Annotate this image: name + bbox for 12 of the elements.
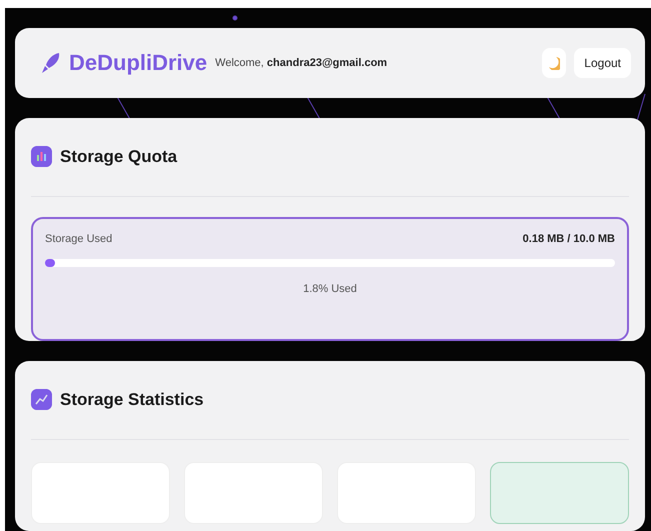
- brand-name: DeDupliDrive: [69, 50, 208, 76]
- storage-reading: 0.18 MB / 10.0 MB: [522, 232, 615, 245]
- line-chart-icon: [31, 389, 52, 410]
- bar-chart-icon: [31, 146, 52, 168]
- percent-used: 1.8% Used: [303, 282, 357, 295]
- moon-icon: [548, 56, 560, 70]
- logout-button[interactable]: Logout: [574, 48, 631, 78]
- card-title: Storage Quota: [60, 146, 178, 167]
- card-title: Storage Statistics: [60, 390, 204, 410]
- welcome-text: Welcome, chandra23@gmail.com: [215, 56, 388, 69]
- storage-label: Storage Used: [45, 232, 112, 245]
- theme-toggle-button[interactable]: [542, 48, 566, 78]
